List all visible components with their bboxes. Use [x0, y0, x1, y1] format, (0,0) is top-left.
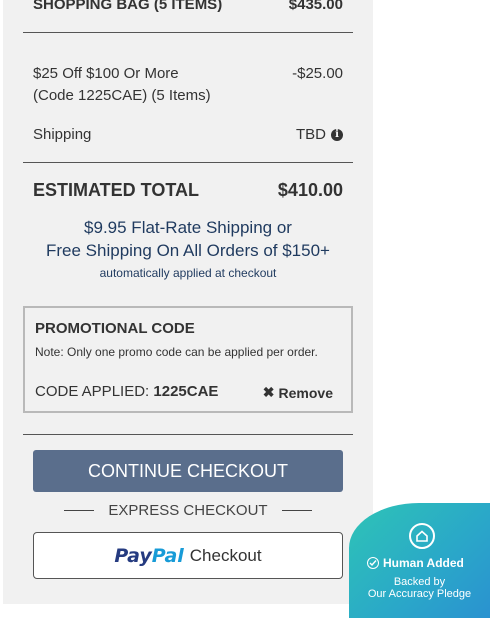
estimated-total-amount: $410.00	[277, 180, 343, 200]
discount-amount: -$25.00	[292, 65, 343, 82]
code-applied-value: 1225CAE	[153, 383, 219, 400]
divider	[23, 434, 353, 435]
badge-subtitle-2: Our Accuracy Pledge	[367, 588, 472, 600]
badge-subtitle-1: Backed by	[393, 576, 446, 588]
order-summary-panel: SHOPPING BAG (5 ITEMS) $435.00 $25 Off $…	[3, 0, 373, 604]
divider-line	[281, 510, 312, 511]
continue-checkout-button[interactable]: CONTINUE CHECKOUT	[33, 450, 343, 492]
badge-title: Human Added	[367, 556, 464, 570]
paypal-checkout-label: Checkout	[189, 545, 262, 565]
discount-label: $25 Off $100 Or More (Code 1225CAE) (5 I…	[33, 65, 211, 104]
paypal-logo: PayPal	[114, 544, 184, 567]
code-applied-label: CODE APPLIED:	[35, 383, 150, 400]
code-applied: CODE APPLIED: 1225CAE	[35, 383, 218, 400]
remove-code-button[interactable]: ✖ Remove	[263, 384, 333, 401]
estimated-total-row: ESTIMATED TOTAL $410.00	[33, 180, 343, 201]
shipping-promo-line3: automatically applied at checkout	[99, 266, 277, 280]
shipping-promo-line2: Free Shipping On All Orders of $150+	[46, 241, 330, 260]
promo-code-box: PROMOTIONAL CODE Note: Only one promo co…	[23, 306, 353, 413]
shopping-bag-amount: $435.00	[288, 0, 343, 13]
divider-line	[64, 510, 95, 511]
shipping-promo-line1: $9.95 Flat-Rate Shipping or	[84, 218, 292, 237]
divider	[23, 162, 353, 163]
shipping-promo-banner: $9.95 Flat-Rate Shipping or Free Shippin…	[23, 216, 353, 284]
shipping-value-group: TBD i	[296, 126, 343, 143]
discount-row: $25 Off $100 Or More (Code 1225CAE) (5 I…	[33, 63, 343, 107]
shopping-bag-label: SHOPPING BAG (5 ITEMS)	[33, 0, 223, 13]
close-icon: ✖	[262, 384, 275, 400]
divider	[23, 32, 353, 33]
shopping-bag-row: SHOPPING BAG (5 ITEMS) $435.00	[33, 0, 343, 13]
accuracy-pledge-badge[interactable]: Human Added Backed by Our Accuracy Pledg…	[349, 503, 490, 618]
home-icon	[409, 523, 435, 549]
promo-code-title: PROMOTIONAL CODE	[35, 320, 195, 337]
shipping-value: TBD	[296, 126, 326, 143]
info-icon[interactable]: i	[331, 128, 343, 141]
express-checkout-label: EXPRESS CHECKOUT	[108, 502, 268, 519]
paypal-checkout-button[interactable]: PayPal Checkout	[33, 532, 343, 579]
check-circle-icon	[367, 557, 379, 569]
remove-code-label: Remove	[278, 384, 333, 401]
shipping-label: Shipping	[33, 126, 92, 143]
estimated-total-label: ESTIMATED TOTAL	[33, 180, 199, 200]
shipping-row: Shipping TBD i	[33, 126, 343, 143]
promo-code-note: Note: Only one promo code can be applied…	[35, 345, 318, 359]
badge-title-text: Human Added	[383, 556, 464, 570]
express-checkout-divider: EXPRESS CHECKOUT	[33, 502, 343, 519]
